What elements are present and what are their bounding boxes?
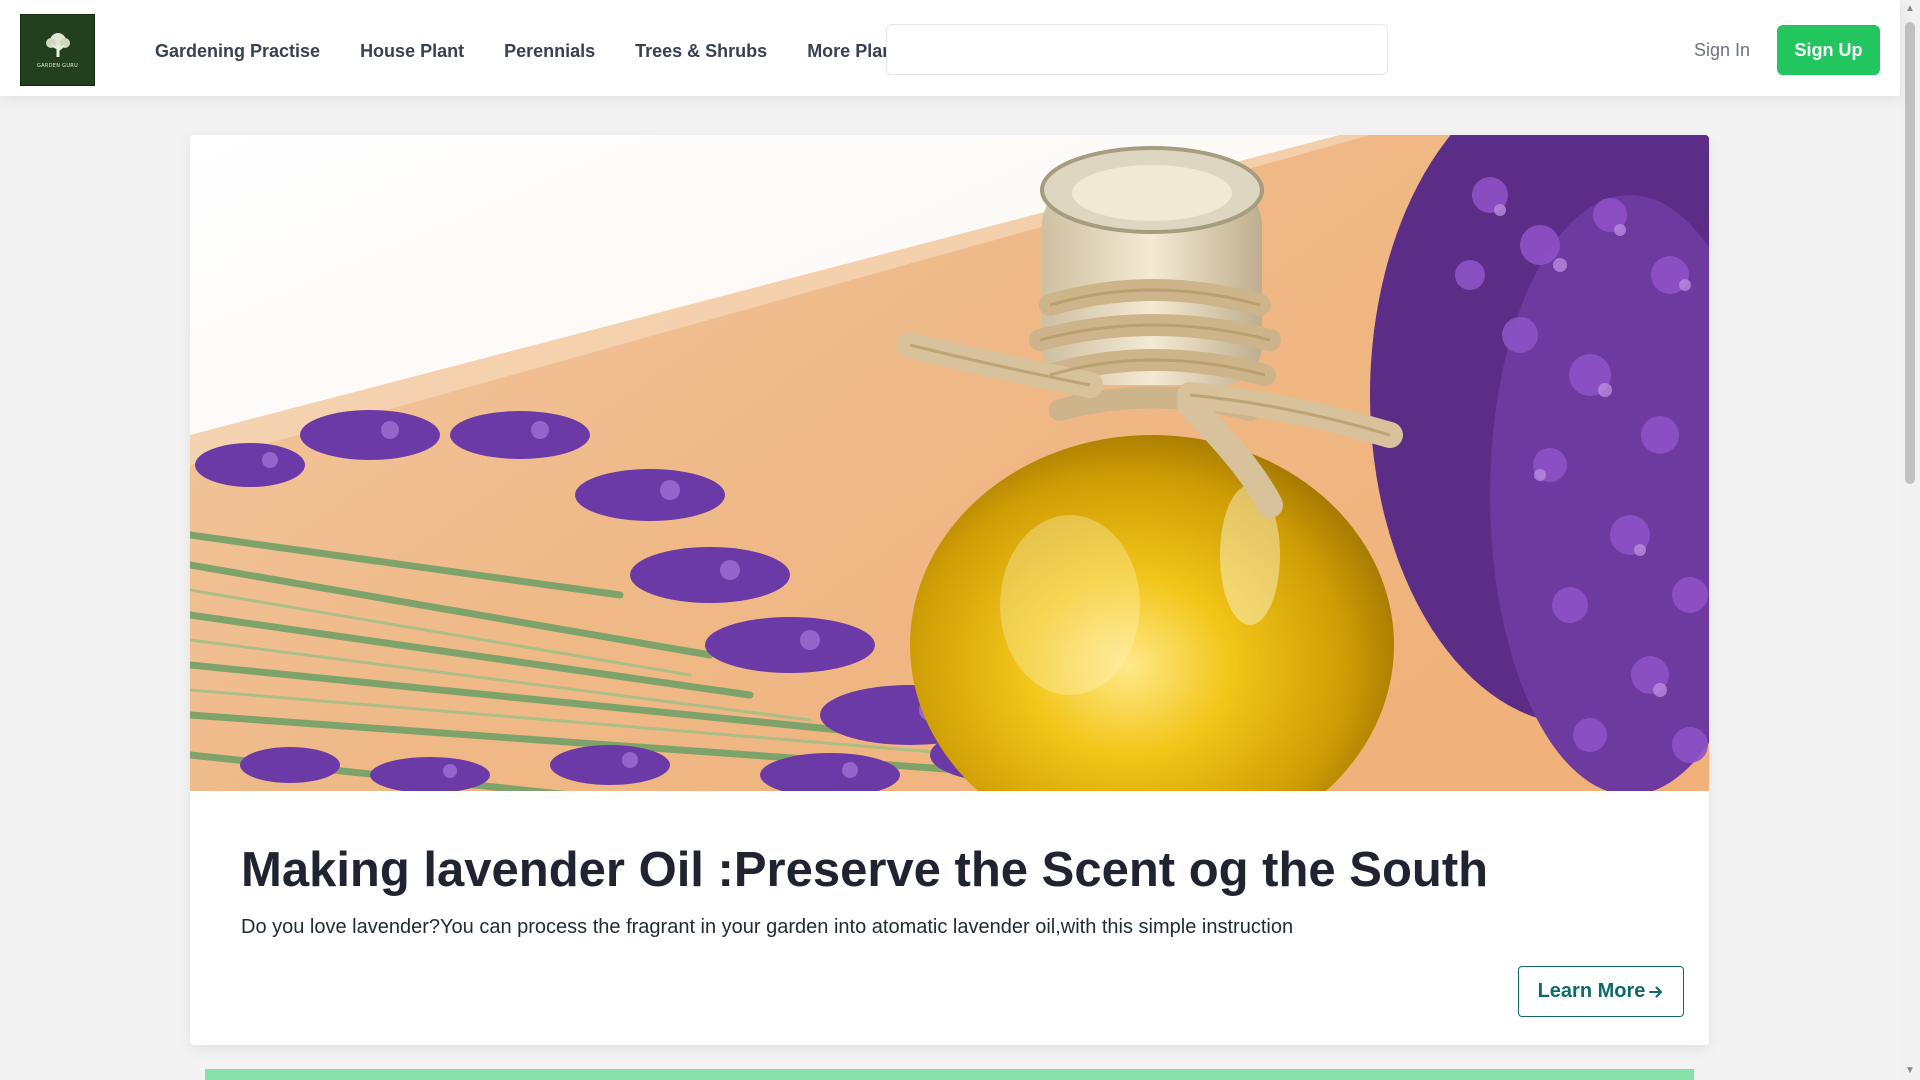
main-nav: Gardening Practise House Plant Perennial… [155, 0, 949, 102]
tree-logo-icon [45, 33, 70, 57]
page-scrollbar[interactable]: ▲ ▼ [1900, 0, 1920, 1080]
article-hero-image [190, 135, 1709, 791]
nav-perennials[interactable]: Perennials [504, 41, 595, 62]
scroll-down-icon[interactable]: ▼ [1905, 1066, 1915, 1076]
sign-up-button[interactable]: Sign Up [1777, 25, 1880, 75]
site-header: GARDEN GURU Gardening Practise House Pla… [0, 0, 1900, 96]
nav-house-plant[interactable]: House Plant [360, 41, 464, 62]
site-logo[interactable]: GARDEN GURU [20, 14, 95, 86]
search-input[interactable] [886, 24, 1388, 75]
sign-in-link[interactable]: Sign In [1694, 40, 1750, 61]
article-description: Do you love lavender?You can process the… [241, 916, 1294, 938]
logo-text: GARDEN GURU [36, 63, 79, 69]
learn-more-label: Learn More [1537, 980, 1646, 1002]
article-title: Making lavender Oil :Preserve the Scent … [241, 843, 1489, 897]
next-card-preview [205, 1069, 1694, 1080]
nav-gardening-practise[interactable]: Gardening Practise [155, 41, 320, 62]
nav-trees-shrubs[interactable]: Trees & Shrubs [635, 41, 767, 62]
scroll-up-icon[interactable]: ▲ [1905, 4, 1915, 14]
arrow-right-icon [1649, 986, 1663, 997]
article-card: Making lavender Oil :Preserve the Scent … [190, 135, 1709, 1045]
learn-more-button[interactable]: Learn More [1518, 966, 1684, 1017]
scrollbar-thumb[interactable] [1905, 22, 1915, 484]
